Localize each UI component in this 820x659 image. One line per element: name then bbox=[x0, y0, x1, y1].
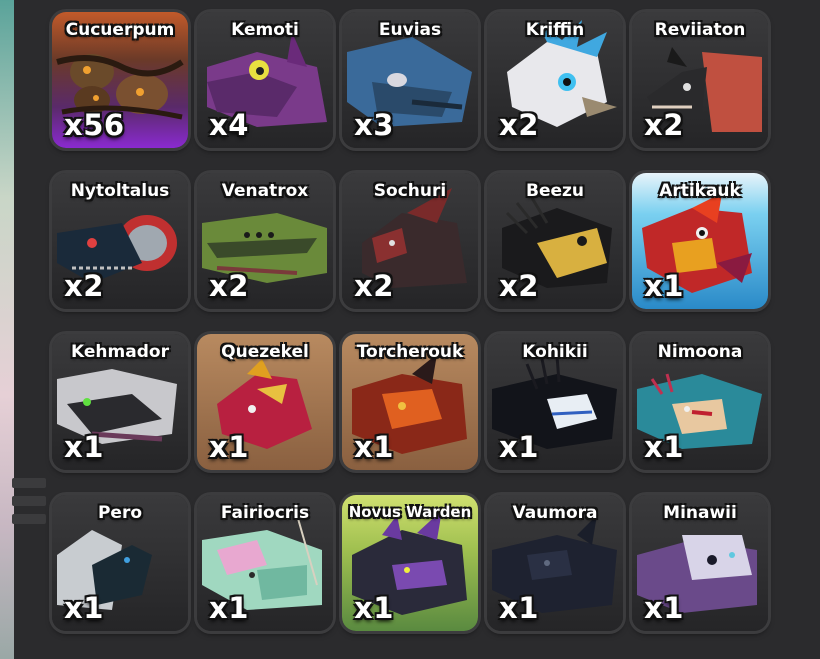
creature-count: x4 bbox=[209, 108, 249, 142]
creature-name: Minawii bbox=[663, 503, 737, 523]
creature-name: Reviiaton bbox=[654, 20, 746, 40]
creature-card-quezekel[interactable]: Quezekel x1 bbox=[197, 334, 333, 470]
creature-card-reviiaton[interactable]: Reviiaton x2 bbox=[632, 12, 768, 148]
creature-count: x1 bbox=[209, 591, 249, 625]
creature-name: Kemoti bbox=[231, 20, 299, 40]
creature-card-cucuerpum[interactable]: Cucuerpum x56 bbox=[52, 12, 188, 148]
creature-name: Venatrox bbox=[221, 181, 309, 201]
creature-card-kehmador[interactable]: Kehmador x1 bbox=[52, 334, 188, 470]
creature-name: Euvias bbox=[378, 20, 442, 40]
creature-count: x56 bbox=[64, 108, 125, 142]
creature-count: x2 bbox=[499, 108, 539, 142]
creature-name: Beezu bbox=[525, 181, 584, 201]
creature-card-kriffin[interactable]: Kriffin x2 bbox=[487, 12, 623, 148]
creature-count: x3 bbox=[354, 108, 394, 142]
creature-inventory-grid: Cucuerpum x56 Kemoti x4 Euvias x3 Kriffi… bbox=[52, 12, 768, 647]
creature-name: Sochuri bbox=[373, 181, 447, 201]
creature-count: x1 bbox=[499, 430, 539, 464]
creature-count: x1 bbox=[644, 591, 684, 625]
creature-name: Torcherouk bbox=[356, 342, 464, 362]
creature-count: x2 bbox=[499, 269, 539, 303]
creature-count: x2 bbox=[354, 269, 394, 303]
scroll-notch bbox=[12, 478, 46, 488]
creature-count: x1 bbox=[64, 430, 104, 464]
creature-name: Quezekel bbox=[221, 342, 309, 362]
creature-count: x2 bbox=[64, 269, 104, 303]
creature-count: x1 bbox=[499, 591, 539, 625]
creature-count: x1 bbox=[644, 269, 684, 303]
creature-card-euvias[interactable]: Euvias x3 bbox=[342, 12, 478, 148]
creature-name: Kehmador bbox=[71, 342, 169, 362]
creature-card-artikauk[interactable]: Artikauk x1 bbox=[632, 173, 768, 309]
creature-name: Fairiocris bbox=[220, 503, 310, 523]
scroll-notch bbox=[12, 514, 46, 524]
creature-name: Kohikii bbox=[522, 342, 588, 362]
creature-name: Nimoona bbox=[657, 342, 743, 362]
creature-card-kohikii[interactable]: Kohikii x1 bbox=[487, 334, 623, 470]
background-edge bbox=[0, 0, 14, 659]
creature-name: Nytoltalus bbox=[70, 181, 170, 201]
creature-count: x1 bbox=[354, 591, 394, 625]
creature-card-venatrox[interactable]: Venatrox x2 bbox=[197, 173, 333, 309]
creature-count: x1 bbox=[209, 430, 249, 464]
creature-card-vaumora[interactable]: Vaumora x1 bbox=[487, 495, 623, 631]
creature-name: Artikauk bbox=[659, 181, 741, 201]
creature-card-pero[interactable]: Pero x1 bbox=[52, 495, 188, 631]
creature-card-novus-warden[interactable]: Novus Warden x1 bbox=[342, 495, 478, 631]
creature-card-minawii[interactable]: Minawii x1 bbox=[632, 495, 768, 631]
creature-card-nytoltalus[interactable]: Nytoltalus x2 bbox=[52, 173, 188, 309]
creature-name: Pero bbox=[97, 503, 143, 523]
creature-name: Cucuerpum bbox=[65, 20, 175, 40]
creature-card-sochuri[interactable]: Sochuri x2 bbox=[342, 173, 478, 309]
creature-name: Novus Warden bbox=[348, 503, 472, 521]
creature-count: x1 bbox=[64, 591, 104, 625]
creature-count: x1 bbox=[644, 430, 684, 464]
creature-count: x2 bbox=[644, 108, 684, 142]
scroll-notch bbox=[12, 496, 46, 506]
creature-count: x1 bbox=[354, 430, 394, 464]
creature-card-nimoona[interactable]: Nimoona x1 bbox=[632, 334, 768, 470]
creature-name: Kriffin bbox=[525, 20, 585, 40]
creature-card-fairiocris[interactable]: Fairiocris x1 bbox=[197, 495, 333, 631]
creature-card-torcherouk[interactable]: Torcherouk x1 bbox=[342, 334, 478, 470]
creature-count: x2 bbox=[209, 269, 249, 303]
creature-card-kemoti[interactable]: Kemoti x4 bbox=[197, 12, 333, 148]
creature-card-beezu[interactable]: Beezu x2 bbox=[487, 173, 623, 309]
creature-name: Vaumora bbox=[512, 503, 598, 523]
